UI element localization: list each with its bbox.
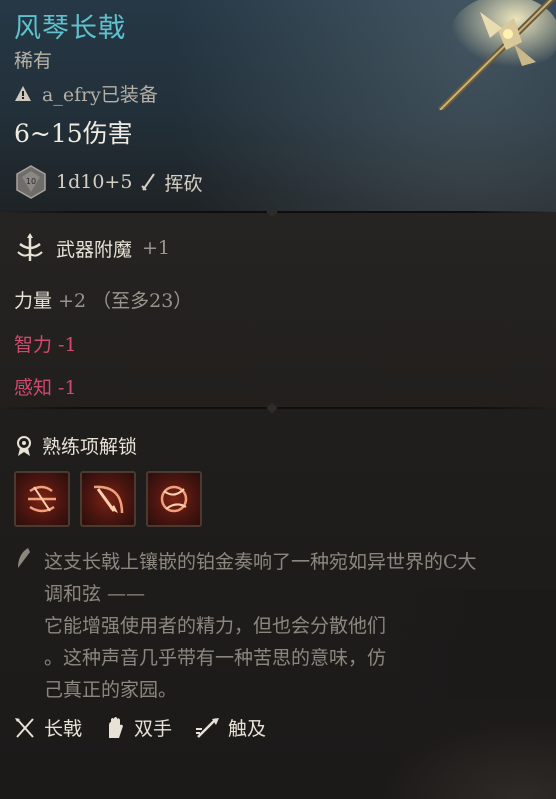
item-name: 风琴长戟: [14, 13, 126, 44]
action-icon-2[interactable]: [80, 471, 136, 527]
item-rarity: 稀有: [14, 50, 53, 72]
equipped-status: a_efry已装备: [14, 80, 158, 107]
strength-note: （至多23）: [92, 290, 193, 312]
svg-text:10: 10: [26, 177, 36, 186]
action-icons: [14, 471, 202, 527]
damage-roll: 1d10+5: [56, 171, 133, 193]
weapon-type: 长戟: [44, 718, 83, 740]
proficiency-row: 熟练项解锁: [14, 432, 137, 459]
enchant-label: 武器附魔: [56, 238, 133, 261]
strength-value: +2: [58, 290, 87, 312]
description-fade: [380, 590, 556, 700]
action-swirl-icon: [28, 485, 56, 513]
proficiency-label: 熟练项解锁: [42, 436, 138, 458]
equipped-by-text: a_efry已装备: [42, 84, 158, 106]
enchant-row: 武器附魔 +1: [14, 232, 170, 264]
reach: 触及: [228, 718, 267, 740]
damage-roll-row: 10 1d10+5 挥砍: [14, 160, 202, 204]
property-reach[interactable]: 触及: [194, 714, 266, 741]
proficiency-icon: [17, 435, 31, 456]
strength-stat: 力量 +2 （至多23）: [14, 286, 192, 313]
slash-icon: [141, 173, 156, 191]
description-line: 这支长戟上镶嵌的铂金奏响了一种宛如异世界的C大: [44, 551, 477, 573]
weapon-properties: 长戟 双手 触及: [14, 714, 266, 741]
reach-icon: [196, 717, 220, 738]
section-divider: [0, 407, 556, 409]
action-icon-1[interactable]: [14, 471, 70, 527]
strength-label: 力量: [14, 290, 53, 312]
property-two-handed[interactable]: 双手: [104, 714, 172, 741]
halberd-icon: [15, 717, 34, 738]
intelligence-stat: 智力 -1: [14, 334, 77, 356]
quill-icon: [18, 548, 30, 568]
wisdom-stat: 感知 -1: [14, 377, 77, 399]
action-icon-3[interactable]: [146, 471, 202, 527]
bottom-glow: [380, 720, 556, 799]
damage-type: 挥砍: [164, 172, 203, 195]
enchant-value: +1: [142, 237, 171, 259]
item-tooltip: 风琴长戟 稀有 a_efry已装备 6~15伤害 10 1d10+5 挥砍 武器…: [0, 0, 556, 799]
handedness: 双手: [134, 718, 173, 740]
dice-icon: 10: [16, 165, 46, 199]
damage-range: 6~15伤害: [14, 119, 133, 148]
enchant-icon: [17, 233, 43, 261]
two-hands-icon: [109, 716, 124, 738]
halberd-art: [437, 0, 556, 110]
action-strike-icon: [93, 485, 124, 514]
warning-icon: [15, 86, 31, 101]
section-divider: [0, 211, 556, 213]
action-spin-icon: [160, 485, 188, 513]
property-halberd[interactable]: 长戟: [14, 714, 82, 741]
